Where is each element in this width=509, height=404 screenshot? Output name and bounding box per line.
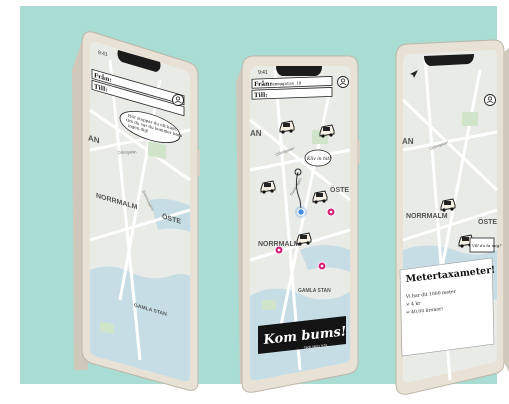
district-normalm-right: NORRMALM bbox=[406, 213, 448, 220]
phone-center-notch bbox=[276, 66, 322, 76]
meter-card: Metertaxameter! Vi har dit 1000 meter × … bbox=[399, 257, 496, 357]
to-label-center: Till: bbox=[254, 92, 268, 99]
flag-text: Vill du ta mig? bbox=[472, 243, 502, 248]
district-an-right: AN bbox=[402, 137, 414, 146]
district-oster-right: ÖSTE bbox=[478, 217, 497, 226]
district-oster-center: ÖSTE bbox=[330, 185, 349, 194]
destination-pin-icon[interactable] bbox=[326, 207, 336, 217]
driver-avatar-icon[interactable] bbox=[172, 94, 184, 106]
right-avatar-icon[interactable] bbox=[484, 94, 496, 106]
phone-center: 9:41 Från: Hemmagatan 10 Till: AN NORRMA… bbox=[236, 55, 360, 393]
destination-pin-icon[interactable] bbox=[274, 245, 284, 255]
user-avatar-icon[interactable] bbox=[337, 76, 349, 88]
district-an-center: AN bbox=[250, 129, 262, 138]
current-location-icon bbox=[295, 206, 307, 218]
car-bubble-text: Kliv in hit! bbox=[306, 156, 331, 162]
phone-left: 9:41 Från: Till: Hör stoppar du ett kum.… bbox=[72, 31, 200, 391]
destination-pin-icon[interactable] bbox=[317, 261, 327, 271]
street-odengatan-left: Odengatan bbox=[117, 149, 137, 155]
phone-center-status-time: 9:41 bbox=[258, 70, 268, 76]
product-mockup-scene: 9:41 Från: Till: Hör stoppar du ett kum.… bbox=[20, 0, 509, 404]
car-speech-bubble: Kliv in hit! bbox=[304, 149, 332, 167]
phone-left-button bbox=[197, 150, 200, 176]
phone-right-side-edge bbox=[504, 48, 509, 372]
phone-right-green bbox=[462, 112, 478, 126]
phone-right: AN NORRMALM ÖSTE Odengatan Vill du ta mi… bbox=[395, 39, 509, 395]
phone-center-button bbox=[357, 140, 360, 164]
district-gamla-center: GAMLA STAN bbox=[298, 288, 331, 294]
